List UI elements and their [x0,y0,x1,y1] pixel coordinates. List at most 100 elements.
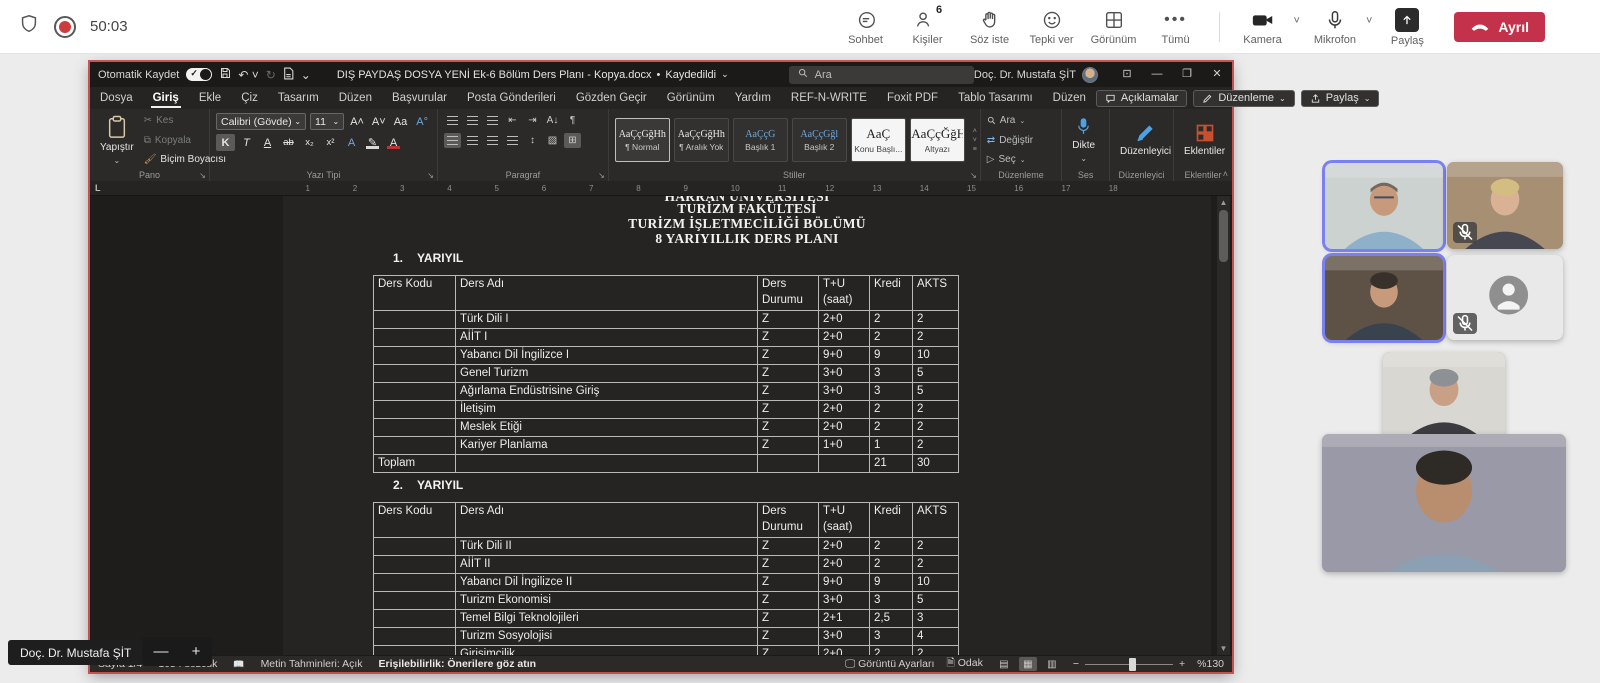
show-marks-button[interactable]: ¶ [564,113,581,128]
account-info[interactable]: Doç. Dr. Mustafa ŞİT [974,67,1098,83]
ribbon-tab-düzen[interactable]: Düzen [1043,87,1096,109]
leave-button[interactable]: Ayrıl [1454,12,1545,42]
minimize-button[interactable]: — [1142,62,1172,87]
participant-video[interactable] [1447,162,1563,249]
ribbon-tab-foxit-pdf[interactable]: Foxit PDF [877,87,948,109]
shrink-font-button[interactable]: A˅ [370,113,388,130]
select-button[interactable]: ▷Seç⌄ [987,154,1033,165]
styles-scroll-buttons[interactable]: ˄˅≡ [971,113,979,167]
zoom-in-button[interactable]: + [192,637,201,666]
camera-button[interactable]: Kamera [1234,1,1292,53]
comments-button[interactable]: Açıklamalar [1096,90,1187,107]
grow-font-button[interactable]: A˄ [348,113,366,130]
document-canvas[interactable]: HARRAN ÜNİVERSİTESİ TURİZM FAKÜLTESİ TUR… [90,196,1232,655]
print-layout-icon[interactable]: ▦ [1019,657,1037,671]
clipboard-dialog-launcher[interactable]: ↘ [199,171,206,180]
text-predictions[interactable]: Metin Tahminleri: Açık [261,658,363,670]
search-box[interactable]: Ara [789,66,974,84]
addins-button[interactable]: Eklentiler [1180,113,1229,167]
subscript-button[interactable]: x₂ [300,134,319,151]
ribbon-tab-ekle[interactable]: Ekle [189,87,231,109]
camera-options-chevron-icon[interactable]: ˅ [1294,15,1300,27]
align-right-button[interactable] [484,133,501,148]
justify-button[interactable] [504,133,521,148]
font-dialog-launcher[interactable]: ↘ [427,171,434,180]
microphone-button[interactable]: Mikrofon [1306,1,1364,53]
view-button[interactable]: Görünüm [1085,1,1143,53]
vertical-scrollbar[interactable]: ▲ ▼ [1217,196,1230,655]
paste-button[interactable]: Yapıştır⌄ [96,113,138,167]
ribbon-tab-tasarım[interactable]: Tasarım [268,87,329,109]
borders-button[interactable]: ⊞ [564,133,581,148]
style--normal[interactable]: AaÇçĞğHh¶ Normal [615,118,670,162]
font-color-button[interactable]: A [384,134,403,151]
align-left-button[interactable] [444,133,461,148]
increase-indent-button[interactable]: ⇥ [524,113,541,128]
react-button[interactable]: Tepki ver [1023,1,1081,53]
microphone-options-chevron-icon[interactable]: ˅ [1366,15,1372,27]
font-size-select[interactable]: 11⌄ [310,113,344,130]
style-konu-başlı-[interactable]: AaÇKonu Başlı... [851,118,906,162]
participant-video[interactable] [1322,434,1566,572]
dictate-button[interactable]: Dikte⌄ [1068,113,1099,167]
share-button[interactable]: Paylaş [1378,1,1436,53]
raise-hand-button[interactable]: Söz iste [961,1,1019,53]
redo-icon[interactable]: ↻ [266,68,276,82]
save-icon[interactable] [219,67,231,82]
style-başlık-2[interactable]: AaÇçĞğlBaşlık 2 [792,118,847,162]
editor-button[interactable]: Düzenleyici [1116,113,1175,167]
accessibility-status[interactable]: Erişilebilirlik: Önerilere göz atın [379,658,537,670]
replace-button[interactable]: ⇄Değiştir [987,135,1033,146]
shading-button[interactable]: ▨ [544,133,561,148]
strikethrough-button[interactable]: ab [279,134,298,151]
people-button[interactable]: 6 Kişiler [899,1,957,53]
scrollbar-thumb[interactable] [1219,210,1228,262]
style-altyazı[interactable]: AaÇçĞğHAltyazı [910,118,965,162]
collapse-ribbon-chevron-icon[interactable]: ˄ [1223,169,1228,179]
undo-icon[interactable]: ↶ ˅ [238,68,258,82]
maximize-button[interactable]: ❐ [1172,62,1202,87]
paragraph-dialog-launcher[interactable]: ↘ [598,171,605,180]
style--aralık-yok[interactable]: AaÇçĞğHh¶ Aralık Yok [674,118,729,162]
align-center-button[interactable] [464,133,481,148]
qat-customize-chevron-icon[interactable]: ⌄ [301,68,311,82]
numbered-list-button[interactable] [464,113,481,128]
zoom-slider[interactable]: − + [1073,658,1185,670]
ribbon-display-options-icon[interactable]: ⊡ [1112,62,1142,87]
tab-selector[interactable]: L [95,183,101,193]
ribbon-tab-başvurular[interactable]: Başvurular [382,87,457,109]
share-document-button[interactable]: Paylaş⌄ [1301,90,1380,107]
participant-video[interactable] [1325,256,1443,340]
ribbon-tab-posta-gönderileri[interactable]: Posta Gönderileri [457,87,566,109]
ribbon-tab-yardım[interactable]: Yardım [725,87,781,109]
clear-formatting-button[interactable]: A° [413,113,431,130]
decrease-indent-button[interactable]: ⇤ [504,113,521,128]
participant-video[interactable] [1325,163,1443,249]
find-button[interactable]: Ara⌄ [987,115,1033,126]
ribbon-tab-çiz[interactable]: Çiz [231,87,268,109]
bullet-list-button[interactable] [444,113,461,128]
close-button[interactable]: ✕ [1202,62,1232,87]
participant-video-placeholder[interactable] [1447,255,1563,340]
multilevel-list-button[interactable] [484,113,501,128]
ribbon-tab-giriş[interactable]: Giriş [143,87,189,109]
editing-mode-button[interactable]: Düzenleme⌄ [1193,90,1294,107]
ribbon-tab-tablo-tasarımı[interactable]: Tablo Tasarımı [948,87,1043,109]
ribbon-tab-dosya[interactable]: Dosya [90,87,143,109]
ribbon-tab-gözden-geçir[interactable]: Gözden Geçir [566,87,657,109]
italic-button[interactable]: T [237,134,256,151]
highlight-button[interactable]: ✎ [363,134,382,151]
read-mode-icon[interactable]: ▤ [995,657,1013,671]
sort-button[interactable]: A↓ [544,113,561,128]
focus-mode-button[interactable]: 🗎 Odak [946,655,982,673]
print-preview-icon[interactable] [283,67,294,83]
ribbon-tab-görünüm[interactable]: Görünüm [657,87,725,109]
ribbon-tab-düzen[interactable]: Düzen [329,87,382,109]
font-family-select[interactable]: Calibri (Gövde)⌄ [216,113,306,130]
autosave-toggle[interactable]: ✓ [186,68,212,81]
text-effects-button[interactable]: A [342,134,361,151]
display-settings-button[interactable]: 🖵 Görüntü Ayarları [845,658,934,671]
zoom-level[interactable]: %130 [1197,658,1224,670]
proofing-icon[interactable]: 📖 [233,659,244,670]
style-başlık-1[interactable]: AaÇçĞBaşlık 1 [733,118,788,162]
